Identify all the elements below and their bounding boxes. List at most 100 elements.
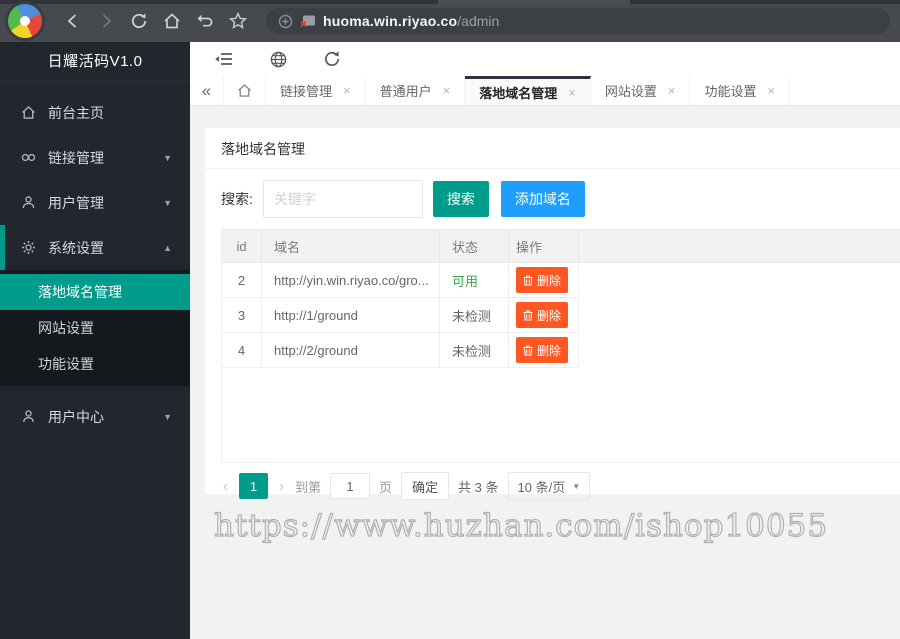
main-area: « 链接管理 × 普通用户 × 落地域名管理 × 网站设置 × 功能设置 × 落… xyxy=(190,42,900,639)
user-icon xyxy=(20,194,37,211)
globe-icon[interactable] xyxy=(268,49,288,69)
reload-icon[interactable] xyxy=(128,8,150,34)
cell-domain: http://1/ground xyxy=(262,298,440,333)
trash-icon xyxy=(523,345,533,355)
tab-function-settings[interactable]: 功能设置 × xyxy=(690,76,791,105)
sidebar-item-label: 系统设置 xyxy=(48,239,104,256)
admin-toolbar xyxy=(190,42,900,76)
site-permission-icon[interactable] xyxy=(278,14,293,29)
link-icon xyxy=(20,149,37,166)
page-title: 落地域名管理 xyxy=(205,128,900,169)
sidebar-item-user-center[interactable]: 用户中心 ▼ xyxy=(0,394,190,439)
current-page-button[interactable]: 1 xyxy=(239,473,268,499)
tab-landing-domain[interactable]: 落地域名管理 × xyxy=(465,76,591,105)
back-icon[interactable] xyxy=(62,8,84,34)
system-settings-submenu: 落地域名管理 网站设置 功能设置 xyxy=(0,270,190,386)
next-page-icon[interactable]: › xyxy=(277,478,286,495)
sidebar-item-front-home[interactable]: 前台主页 xyxy=(0,90,190,135)
status-badge: 可用 xyxy=(452,273,479,289)
active-browser-tab-sliver xyxy=(438,0,630,4)
trash-icon xyxy=(523,275,533,285)
column-header-status: 状态 xyxy=(440,230,509,262)
sidebar-item-link-management[interactable]: 链接管理 ▼ xyxy=(0,135,190,180)
refresh-icon[interactable] xyxy=(322,49,342,69)
close-icon[interactable]: × xyxy=(568,85,576,100)
close-icon[interactable]: × xyxy=(767,83,775,98)
page-tabbar: « 链接管理 × 普通用户 × 落地域名管理 × 网站设置 × 功能设置 × xyxy=(190,76,900,106)
sidebar-item-user-management[interactable]: 用户管理 ▼ xyxy=(0,180,190,225)
sidebar-item-label: 用户管理 xyxy=(48,194,104,211)
per-page-select[interactable]: 10 条/页 ▼ xyxy=(507,472,591,500)
tab-label: 功能设置 xyxy=(704,84,757,99)
person-icon xyxy=(20,408,37,425)
app-title: 日耀活码V1.0 xyxy=(0,42,190,82)
page-unit-label: 页 xyxy=(379,479,393,495)
address-bar[interactable]: huoma.win.riyao.co /admin xyxy=(266,8,890,34)
search-label: 搜索: xyxy=(221,191,253,207)
submenu-item-landing-domain[interactable]: 落地域名管理 xyxy=(0,274,190,310)
prev-page-icon[interactable]: ‹ xyxy=(221,478,230,495)
per-page-value: 10 条/页 xyxy=(517,479,566,495)
confirm-button[interactable]: 确定 xyxy=(401,472,450,500)
table-row: 3 http://1/ground 未检测 删除 xyxy=(222,298,900,333)
chevron-down-icon: ▼ xyxy=(572,481,581,491)
tab-label: 网站设置 xyxy=(604,84,657,99)
search-button[interactable]: 搜索 xyxy=(432,181,489,217)
goto-page-input[interactable] xyxy=(330,473,371,499)
delete-button[interactable]: 删除 xyxy=(516,302,569,328)
tabs-scroll-left-icon[interactable]: « xyxy=(190,76,224,105)
tab-site-settings[interactable]: 网站设置 × xyxy=(591,76,691,105)
sidebar-item-label: 用户中心 xyxy=(48,408,104,425)
bookmark-star-icon[interactable] xyxy=(227,8,249,34)
chevron-down-icon: ▼ xyxy=(163,197,172,208)
cell-domain: http://2/ground xyxy=(262,333,440,368)
close-icon[interactable]: × xyxy=(443,83,451,98)
watermark-text: https://www.huzhan.com/ishop10055 xyxy=(213,507,829,544)
close-icon[interactable]: × xyxy=(343,83,351,98)
delete-button[interactable]: 删除 xyxy=(516,267,569,293)
total-count-label: 共 3 条 xyxy=(458,479,499,495)
submenu-item-site-settings[interactable]: 网站设置 xyxy=(0,310,190,346)
home-icon xyxy=(238,84,251,97)
undo-icon[interactable] xyxy=(194,8,216,34)
column-header-filler xyxy=(579,230,900,262)
forward-icon[interactable] xyxy=(95,8,117,34)
chevron-down-icon: ▼ xyxy=(163,411,172,422)
sidebar-item-system-settings[interactable]: 系统设置 ▲ xyxy=(0,225,190,270)
content-card: 落地域名管理 搜索: 搜索 添加域名 id 域名 状态 操作 2 http://… xyxy=(205,128,900,500)
delete-label: 删除 xyxy=(537,308,562,323)
tab-label: 普通用户 xyxy=(379,84,432,99)
browser-tab-strip xyxy=(0,0,900,4)
tab-home[interactable] xyxy=(224,76,266,105)
tab-link-management[interactable]: 链接管理 × xyxy=(266,76,366,105)
close-icon[interactable]: × xyxy=(668,83,676,98)
sidebar: 日耀活码V1.0 前台主页 链接管理 ▼ 用户管理 ▼ 系统设置 ▲ 落地域名管… xyxy=(0,42,190,639)
tab-label: 落地域名管理 xyxy=(479,85,558,101)
blocked-image-icon[interactable] xyxy=(300,14,316,28)
cell-id: 4 xyxy=(222,333,262,368)
browser-logo-icon[interactable] xyxy=(8,4,42,38)
url-domain: huoma.win.riyao.co xyxy=(323,13,458,29)
submenu-item-function-settings[interactable]: 功能设置 xyxy=(0,346,190,382)
sidebar-item-label: 链接管理 xyxy=(48,149,104,166)
table-row: 2 http://yin.win.riyao.co/gro... 可用 删除 xyxy=(222,263,900,298)
tab-normal-user[interactable]: 普通用户 × xyxy=(366,76,466,105)
url-path: /admin xyxy=(457,13,500,29)
sidebar-item-label: 前台主页 xyxy=(48,104,104,121)
table-header-row: id 域名 状态 操作 xyxy=(222,229,900,263)
collapse-sidebar-icon[interactable] xyxy=(214,49,234,69)
home-icon xyxy=(20,104,37,121)
column-header-id: id xyxy=(222,230,262,262)
domain-table: id 域名 状态 操作 2 http://yin.win.riyao.co/gr… xyxy=(221,229,900,463)
column-header-action: 操作 xyxy=(509,230,579,262)
chevron-down-icon: ▼ xyxy=(163,152,172,163)
sidebar-menu: 前台主页 链接管理 ▼ 用户管理 ▼ 系统设置 ▲ 落地域名管理 网站设置 功能… xyxy=(0,82,190,439)
add-domain-button[interactable]: 添加域名 xyxy=(500,181,585,217)
delete-button[interactable]: 删除 xyxy=(516,337,569,363)
status-badge: 未检测 xyxy=(452,343,492,359)
search-input[interactable] xyxy=(262,180,423,218)
tab-label: 链接管理 xyxy=(280,84,333,99)
table-row: 4 http://2/ground 未检测 删除 xyxy=(222,333,900,368)
home-icon[interactable] xyxy=(161,8,183,34)
delete-label: 删除 xyxy=(537,273,562,288)
